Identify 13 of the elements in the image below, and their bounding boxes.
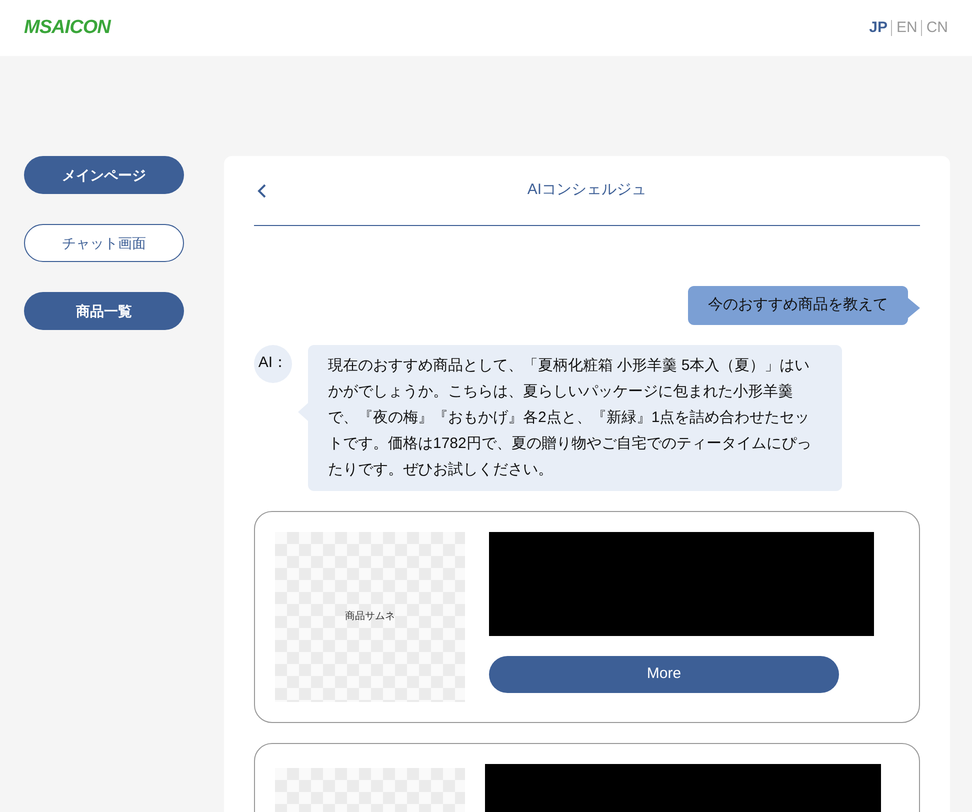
nav-button[interactable]: チャット画面 [24, 224, 184, 262]
ai-speaker-label: AI： [254, 344, 292, 382]
thumbnail-label: 商品サムネ [345, 610, 395, 624]
speech-tail [908, 298, 920, 318]
ai-message-bubble: 現在のおすすめ商品として、「夏柄化粧箱 小形羊羹 5本入（夏）」はいかがでしょうか。こちらは、夏らしいパッケージに包まれた小形羊羹で、『夜の梅』『おもかげ』各2点と、『新緑』1点を詰め合わせたセットです。価格は1782円で、夏の贈り物やご自宅でのティータイムにぴったりです。ぜひお試しください。 [308, 344, 842, 490]
more-button[interactable]: More [489, 656, 839, 692]
language-link[interactable]: JP [869, 16, 888, 40]
logo: MSAICON [24, 16, 110, 40]
back-chevron-icon[interactable] [256, 182, 268, 198]
nav-button[interactable]: メインページ [24, 156, 184, 194]
user-message-bubble: 今のおすすめ商品を教えて [688, 286, 908, 324]
chat-title: AIコンシェルジュ [527, 180, 647, 200]
nav-button[interactable]: 商品一覧 [24, 292, 184, 330]
